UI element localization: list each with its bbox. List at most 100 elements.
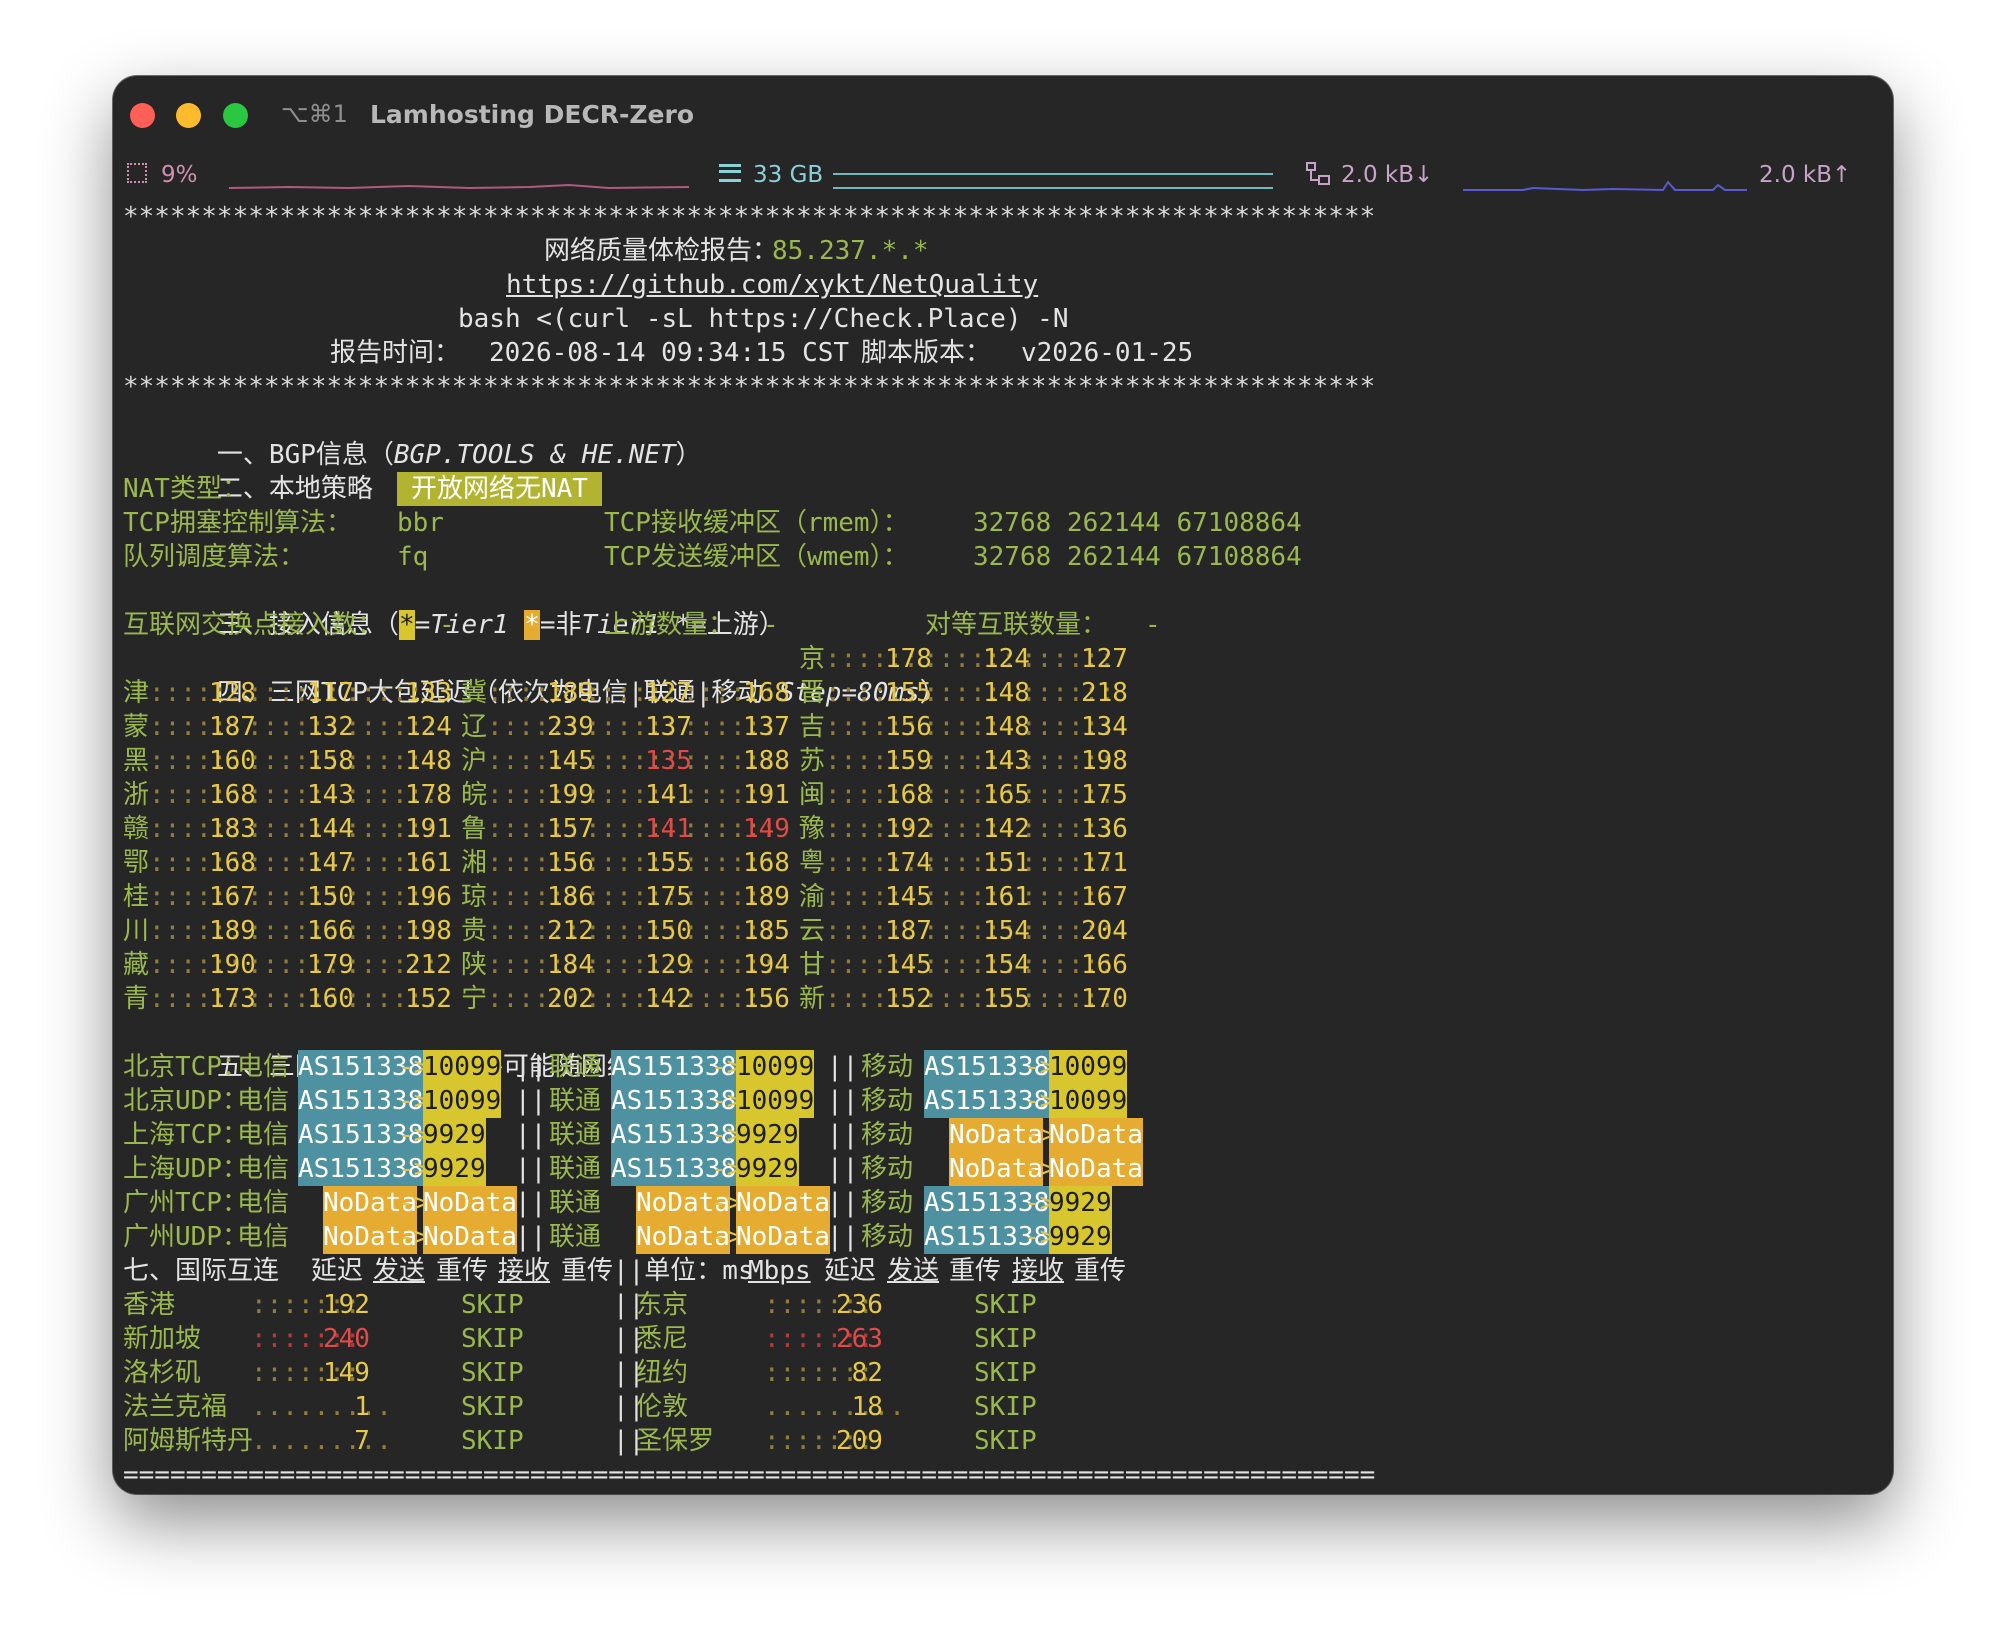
minimize-button[interactable]: [176, 103, 201, 128]
route-isp: 电信: [237, 1086, 290, 1116]
latency-value: 137: [743, 712, 790, 742]
ixp-value: -: [439, 610, 455, 640]
window-title: Lamhosting DECR-Zero: [370, 100, 695, 129]
route-label: 北京TCP：: [123, 1052, 248, 1082]
report-title-row: 网络质量体检报告： 85.237.*.*: [123, 234, 1643, 268]
latency-value: 167: [1081, 882, 1128, 912]
route-separator: ||: [827, 1188, 859, 1218]
route-isp: 移动: [861, 1086, 914, 1116]
memory-graph: [833, 173, 1273, 189]
intl-row: 香港::::::: 192 SKIP || 东京::::::: 236 SKIP: [123, 1288, 1643, 1322]
close-button[interactable]: [130, 103, 155, 128]
bgp-heading: 一、BGP信息（BGP.TOOLS & HE.NET）: [123, 404, 1643, 470]
ixp-label: 互联网交换点接入数：: [123, 610, 384, 640]
province-label: 云: [799, 916, 826, 946]
intl-city: 香港: [123, 1290, 176, 1320]
route-target: 9929: [423, 1152, 486, 1186]
route-table: 北京TCP： 电信 AS151338 -> 10099 || 联通 AS151338 -> 100…: [123, 1050, 1643, 1254]
repo-link[interactable]: https://github.com/xykt/NetQuality: [506, 268, 1038, 302]
memory-usage: 33 GB: [753, 162, 824, 188]
province-label: 琼: [461, 882, 488, 912]
route-heading: 五、三网回程路由（线路可能随网络负载动态变化）: [123, 1016, 1643, 1082]
intl-col-header: 接收: [1012, 1256, 1065, 1286]
route-target: 10099: [1049, 1084, 1128, 1118]
rmem-label: TCP接收缓冲区（rmem）：: [604, 508, 909, 538]
route-isp: 电信: [237, 1188, 290, 1218]
route-row: 北京TCP： 电信 AS151338 -> 10099 || 联通 AS151338 -> 100…: [123, 1050, 1643, 1084]
intl-city: 圣保罗: [636, 1426, 715, 1456]
latency-value: 171: [1081, 848, 1128, 878]
intl-bar: .........: [251, 1392, 392, 1422]
nat-value: 开放网络无NAT: [397, 472, 602, 506]
intl-latency: 7: [323, 1426, 370, 1456]
latency-value: 133: [405, 678, 452, 708]
intl-latency: 192: [323, 1290, 370, 1320]
route-row: 北京UDP： 电信 AS151338 -> 10099 || 联通 AS151338 -> 100…: [123, 1084, 1643, 1118]
nat-row: NAT类型： 开放网络无NAT: [123, 472, 1643, 506]
intl-speed: SKIP: [461, 1290, 524, 1320]
intl-col-header: 发送: [373, 1256, 426, 1286]
terminal-output: ****************************************…: [123, 200, 1643, 1494]
route-separator: ||: [827, 1120, 859, 1150]
intl-bar: .........: [764, 1392, 905, 1422]
intl-city: 纽约: [636, 1358, 689, 1388]
local-heading: 二、本地策略: [123, 438, 1643, 504]
latency-row: 黑:::::: 160:::::: 158:::::: 148 沪:::::: 145::…: [123, 744, 1643, 778]
ixp-row: 互联网交换点接入数： - 上游数量： - 对等互联数量： -: [123, 608, 1643, 642]
province-label: 赣: [123, 814, 150, 844]
route-row: 广州TCP： 电信 NoData -> NoData || 联通 NoData -> NoData…: [123, 1186, 1643, 1220]
intl-col-header: 重传: [436, 1256, 489, 1286]
zoom-button[interactable]: [223, 103, 248, 128]
command-text: bash <(curl -sL https://Check.Place) -N: [458, 304, 1069, 334]
stars-line: ****************************************…: [123, 202, 1376, 232]
latency-value: 188: [743, 746, 790, 776]
route-label: 广州TCP：: [123, 1188, 248, 1218]
intl-speed: SKIP: [974, 1426, 1037, 1456]
province-label: 闽: [799, 780, 826, 810]
latency-value: 166: [1081, 950, 1128, 980]
intl-speed: SKIP: [461, 1392, 524, 1422]
route-target: 10099: [1049, 1050, 1128, 1084]
latency-value: 148: [405, 746, 452, 776]
latency-heading: 四、三网TCP大包延迟（依次为电信|联通|移动 Step=80ms） 京::::…: [123, 642, 1643, 708]
latency-row: 津:::::: 128:::::: 117:::::: 133 冀:::::: 189::…: [123, 676, 1643, 710]
wmem-value: 32768 262144 67108864: [973, 542, 1302, 572]
route-label: 北京UDP：: [123, 1086, 248, 1116]
route-separator: ||: [515, 1052, 547, 1082]
version-label: 脚本版本：: [861, 338, 992, 368]
route-row: 广州UDP： 电信 NoData -> NoData || 联通 NoData -> NoData…: [123, 1220, 1643, 1254]
network-graph: [1463, 180, 1747, 192]
intl-title: 七、国际互连: [123, 1256, 280, 1286]
route-isp: 移动: [861, 1188, 914, 1218]
province-label: 陕: [461, 950, 488, 980]
latency-value: 196: [405, 882, 452, 912]
repo-row: https://github.com/xykt/NetQuality: [123, 268, 1643, 302]
latency-value: 212: [405, 950, 452, 980]
province-label: 蒙: [123, 712, 150, 742]
intl-speed: SKIP: [461, 1426, 524, 1456]
province-label: 辽: [461, 712, 488, 742]
route-target: NoData: [423, 1186, 517, 1220]
route-isp: 联通: [549, 1188, 602, 1218]
latency-value: 198: [1081, 746, 1128, 776]
latency-value: 198: [405, 916, 452, 946]
peer-value: -: [1145, 610, 1161, 640]
latency-row: 赣:::::: 183:::::: 144:::::: 191 鲁:::::: 157::…: [123, 812, 1643, 846]
route-isp: 移动: [861, 1052, 914, 1082]
report-ip: 85.237.*.*: [772, 236, 929, 266]
qdisc-value: fq: [397, 542, 429, 572]
route-target: NoData: [1049, 1118, 1143, 1152]
province-label: 晋: [799, 678, 826, 708]
intl-col-header: 接收: [498, 1256, 551, 1286]
route-separator: ||: [515, 1222, 547, 1252]
latency-value: 218: [1081, 678, 1128, 708]
intl-latency: 263: [836, 1324, 883, 1354]
status-bar: 9% 33 GB 2.0 kB↓ 2.0 kB↑: [113, 154, 1893, 198]
latency-value: 178: [405, 780, 452, 810]
route-separator: ||: [827, 1222, 859, 1252]
latency-value: 185: [743, 916, 790, 946]
route-target: NoData: [736, 1186, 830, 1220]
route-isp: 联通: [549, 1154, 602, 1184]
route-separator: ||: [827, 1086, 859, 1116]
route-separator: ||: [515, 1154, 547, 1184]
